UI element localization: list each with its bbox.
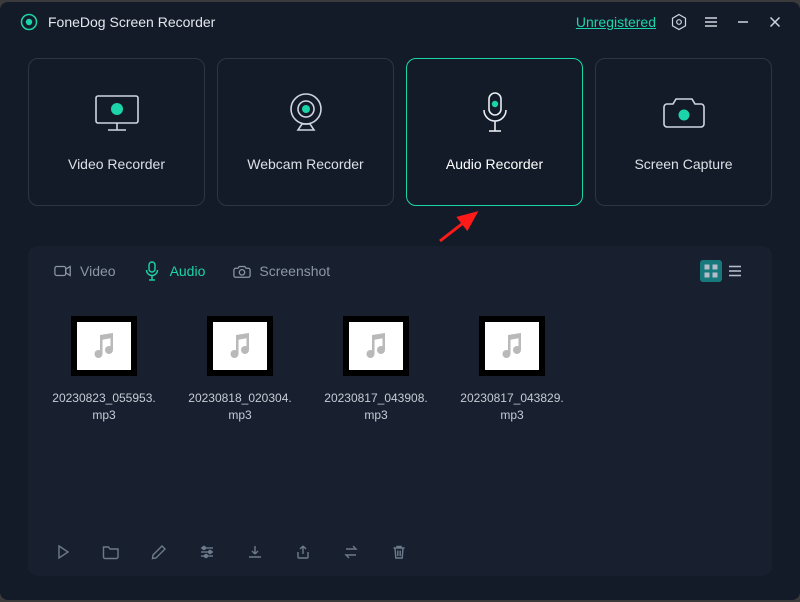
mode-audio-recorder[interactable]: Audio Recorder	[406, 58, 583, 206]
settings-icon[interactable]	[670, 13, 688, 31]
tab-label: Audio	[170, 263, 206, 279]
titlebar: FoneDog Screen Recorder Unregistered	[0, 2, 800, 42]
library-tabs: Video Audio Screenshot	[28, 246, 772, 296]
folder-icon[interactable]	[102, 543, 120, 561]
file-name: 20230823_055953.mp3	[50, 390, 158, 424]
camera-icon	[661, 92, 707, 132]
convert-icon[interactable]	[342, 543, 360, 561]
music-note-icon	[362, 332, 390, 360]
mode-label: Video Recorder	[68, 156, 165, 172]
music-note-icon	[498, 332, 526, 360]
monitor-icon	[94, 92, 140, 132]
menu-icon[interactable]	[702, 13, 720, 31]
modes-row: Video Recorder Webcam Recorder Audio Rec…	[0, 42, 800, 216]
video-camera-icon	[54, 262, 72, 280]
file-name: 20230817_043829.mp3	[458, 390, 566, 424]
file-item[interactable]: 20230823_055953.mp3	[50, 316, 158, 424]
microphone-icon	[479, 92, 511, 132]
share-icon[interactable]	[294, 543, 312, 561]
camera-icon	[233, 262, 251, 280]
edit-icon[interactable]	[150, 543, 168, 561]
tab-label: Screenshot	[259, 263, 330, 279]
file-grid: 20230823_055953.mp3 20230818_020304.mp3 …	[28, 296, 772, 434]
webcam-icon	[285, 92, 327, 132]
app-title: FoneDog Screen Recorder	[48, 14, 215, 30]
music-note-icon	[226, 332, 254, 360]
audio-thumb	[71, 316, 137, 376]
tab-label: Video	[80, 263, 116, 279]
microphone-icon	[144, 262, 162, 280]
music-note-icon	[90, 332, 118, 360]
view-toggle-group	[700, 260, 746, 282]
mode-screen-capture[interactable]: Screen Capture	[595, 58, 772, 206]
tab-video[interactable]: Video	[54, 262, 116, 280]
audio-thumb	[479, 316, 545, 376]
trash-icon[interactable]	[390, 543, 408, 561]
close-icon[interactable]	[766, 13, 784, 31]
minimize-icon[interactable]	[734, 13, 752, 31]
file-item[interactable]: 20230818_020304.mp3	[186, 316, 294, 424]
grid-view-icon[interactable]	[700, 260, 722, 282]
file-item[interactable]: 20230817_043908.mp3	[322, 316, 430, 424]
app-window: FoneDog Screen Recorder Unregistered Vid…	[0, 2, 800, 600]
list-view-icon[interactable]	[724, 260, 746, 282]
file-name: 20230818_020304.mp3	[186, 390, 294, 424]
file-item[interactable]: 20230817_043829.mp3	[458, 316, 566, 424]
mode-video-recorder[interactable]: Video Recorder	[28, 58, 205, 206]
audio-thumb	[343, 316, 409, 376]
mode-label: Webcam Recorder	[247, 156, 363, 172]
mode-label: Screen Capture	[634, 156, 732, 172]
file-name: 20230817_043908.mp3	[322, 390, 430, 424]
logo-icon	[20, 13, 38, 31]
library-panel: Video Audio Screenshot	[28, 246, 772, 576]
sliders-icon[interactable]	[198, 543, 216, 561]
unregistered-link[interactable]: Unregistered	[576, 14, 656, 30]
audio-thumb	[207, 316, 273, 376]
mode-webcam-recorder[interactable]: Webcam Recorder	[217, 58, 394, 206]
mode-label: Audio Recorder	[446, 156, 543, 172]
library-toolbar	[28, 528, 772, 576]
import-icon[interactable]	[246, 543, 264, 561]
titlebar-right: Unregistered	[576, 13, 784, 31]
play-icon[interactable]	[54, 543, 72, 561]
tab-audio[interactable]: Audio	[144, 262, 206, 280]
tab-screenshot[interactable]: Screenshot	[233, 262, 330, 280]
